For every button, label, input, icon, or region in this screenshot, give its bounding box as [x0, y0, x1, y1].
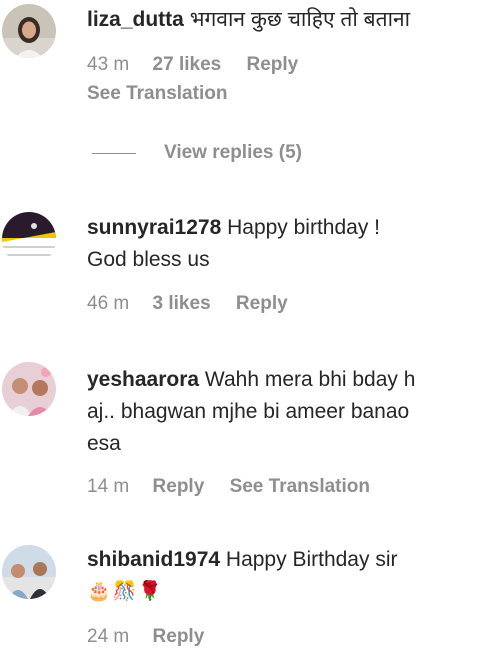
- username[interactable]: shibanid1974: [87, 548, 220, 571]
- comment-time: 24 m: [87, 626, 130, 647]
- comment-text: liza_dutta भगवान कुछ चाहिए तो बताना: [87, 4, 480, 36]
- avatar-sunnyrai-icon: [2, 212, 56, 266]
- comment-meta: 14 m Reply See Translation: [87, 476, 390, 498]
- username[interactable]: sunnyrai1278: [87, 216, 221, 239]
- see-translation-link[interactable]: See Translation: [230, 476, 370, 497]
- likes-count[interactable]: 27 likes: [153, 54, 222, 75]
- comment-body-line1: Happy birthday !: [227, 216, 381, 239]
- view-replies-label: View replies (5): [164, 142, 302, 163]
- username[interactable]: yeshaarora: [87, 368, 199, 391]
- username[interactable]: liza_dutta: [87, 8, 184, 31]
- view-replies-button[interactable]: View replies (5): [92, 142, 302, 164]
- avatar[interactable]: [2, 362, 56, 416]
- avatar[interactable]: [2, 545, 56, 599]
- comment-body-line1: Wahh mera bhi bday h: [204, 368, 416, 391]
- divider-line: [92, 152, 136, 154]
- avatar-yeshaarora-icon: [2, 362, 56, 416]
- avatar-liza-dutta-icon: [2, 4, 56, 58]
- see-translation-link[interactable]: See Translation: [87, 83, 227, 105]
- comment-meta: 43 m 27 likes Reply: [87, 54, 318, 76]
- comment-body-line2: aj.. bhagwan mjhe bi ameer banao: [87, 400, 410, 423]
- comment-time: 46 m: [87, 293, 130, 314]
- comment-meta: 46 m 3 likes Reply: [87, 293, 308, 315]
- comment-text: shibanid1974 Happy Birthday sir: [87, 544, 480, 576]
- comment-text: yeshaarora Wahh mera bhi bday h: [87, 364, 480, 396]
- reply-button[interactable]: Reply: [246, 54, 298, 75]
- comment-emojis: 🎂🎊🌹: [87, 581, 164, 602]
- comment-body: भगवान कुछ चाहिए तो बताना: [189, 8, 411, 31]
- likes-count[interactable]: 3 likes: [153, 293, 211, 314]
- comment-time: 43 m: [87, 54, 130, 75]
- comment-body-line1: Happy Birthday sir: [225, 548, 398, 571]
- avatar[interactable]: [2, 212, 56, 266]
- comment-meta: 24 m Reply: [87, 626, 224, 648]
- comment-body-line2: God bless us: [87, 248, 210, 271]
- reply-button[interactable]: Reply: [153, 626, 205, 647]
- reply-button[interactable]: Reply: [236, 293, 288, 314]
- avatar[interactable]: [2, 4, 56, 58]
- reply-button[interactable]: Reply: [153, 476, 205, 497]
- comment-text: sunnyrai1278 Happy birthday !: [87, 212, 480, 244]
- avatar-shibanid-icon: [2, 545, 56, 599]
- comment-body-line3: esa: [87, 432, 121, 455]
- comment-time: 14 m: [87, 476, 130, 497]
